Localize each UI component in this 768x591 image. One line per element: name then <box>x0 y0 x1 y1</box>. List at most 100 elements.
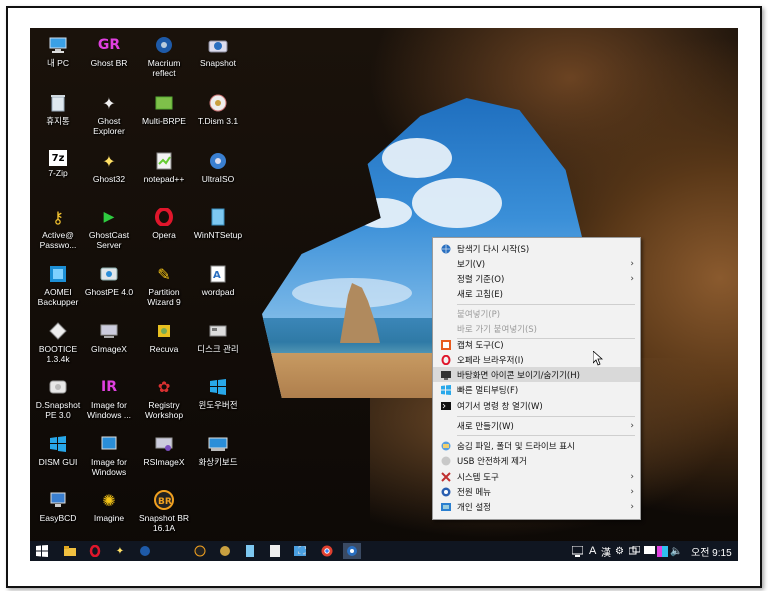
snapshot-br-icon: BR <box>153 489 175 511</box>
mouse-cursor-icon <box>592 350 604 370</box>
winntsetup-icon <box>207 206 229 228</box>
menu-separator <box>457 304 635 305</box>
desktop-icon-macrium[interactable]: Macrium reflect <box>136 32 192 86</box>
opera-icon <box>441 354 451 365</box>
desktop-icon-notepadpp[interactable]: notepad++ <box>136 148 192 202</box>
desktop-icon-dism-gui[interactable]: DISM GUI <box>30 431 86 485</box>
desktop-icon-winntsetup[interactable]: WinNTSetup <box>190 204 246 258</box>
desktop-icon-bootice[interactable]: BOOTICE 1.3.4k <box>30 318 86 372</box>
menu-item-new[interactable]: 새로 만들기(W) › <box>433 418 640 433</box>
desktop-icon-registry-workshop[interactable]: ✿ Registry Workshop <box>136 374 192 428</box>
power-icon <box>441 487 451 497</box>
opera-taskbar-icon[interactable] <box>87 543 103 559</box>
desktop-icon-onscreen-keyboard[interactable]: 화상키보드 <box>190 431 246 485</box>
ghostcast-icon: ▶ <box>103 209 115 225</box>
icon-label: wordpad <box>201 287 235 297</box>
desktop-icon-disk-management[interactable]: 디스크 관리 <box>190 318 246 372</box>
desktop-icon-dsnapshot[interactable]: D.Snapshot PE 3.0 <box>30 374 86 428</box>
start-button[interactable] <box>34 543 50 559</box>
camera-icon <box>207 34 229 56</box>
desktop-icon-gimagex[interactable]: GImageX <box>81 318 137 372</box>
monitor-icon <box>47 489 69 511</box>
desktop-icon-snapshot[interactable]: Snapshot <box>190 32 246 86</box>
ultraiso-icon <box>207 150 229 172</box>
tray-ime-a[interactable]: A <box>589 544 596 558</box>
icon-label: Partition Wizard 9 <box>147 287 181 307</box>
snapshot-br-taskbar-icon[interactable] <box>192 543 208 559</box>
desktop[interactable]: 내 PC 휴지통 7z 7-Zip ⚷ Active@ Passwo... AO… <box>30 28 738 561</box>
desktop-icon-image-for-windows-2[interactable]: Image for Windows <box>81 431 137 485</box>
desktop-icon-ghostpe[interactable]: GhostPE 4.0 <box>81 261 137 315</box>
desktop-icon-ghost-br[interactable]: GR Ghost BR <box>81 32 137 86</box>
menu-item-opera-browser[interactable]: 오페라 브라우저(I) <box>433 352 640 367</box>
icon-label: UltraISO <box>201 174 235 184</box>
menu-item-restart-explorer[interactable]: 탐색기 다시 시작(S) <box>433 241 640 256</box>
desktop-icon-image-for-windows-1[interactable]: IR Image for Windows ... <box>81 374 137 428</box>
desktop-icon-rsimagex[interactable]: RSImageX <box>136 431 192 485</box>
icon-label: Image for Windows <box>91 457 127 477</box>
notepad-taskbar-icon[interactable] <box>267 543 283 559</box>
disk-management-icon <box>207 320 229 342</box>
menu-item-system-tools[interactable]: 시스템 도구 › <box>433 469 640 484</box>
desktop-icon-this-pc[interactable]: 내 PC <box>30 32 86 86</box>
desktop-icon-wordpad[interactable]: A wordpad <box>190 261 246 315</box>
bootice-icon <box>47 320 69 342</box>
multi-brpe-icon <box>153 92 175 114</box>
menu-item-sort-by[interactable]: 정렬 기준(O) › <box>433 271 640 286</box>
menu-item-show-hidden-files[interactable]: 숨김 파일, 폴더 및 드라이브 표시 <box>433 438 640 453</box>
menu-separator <box>457 435 635 436</box>
folder-icon <box>441 441 451 451</box>
tray-network-icon[interactable] <box>629 544 640 558</box>
file-explorer-icon[interactable] <box>62 543 78 559</box>
recuva-icon <box>153 320 175 342</box>
menu-item-snipping-tool[interactable]: 캡쳐 도구(C) <box>433 337 640 352</box>
desktop-icon-partition-wizard[interactable]: ✎ Partition Wizard 9 <box>136 261 192 315</box>
tray-ime-hanja[interactable]: 漢 <box>601 544 611 559</box>
active-app-taskbar-button[interactable] <box>343 543 361 559</box>
clock[interactable]: 오전 9:15 <box>691 544 732 559</box>
desktop-icon-aomei[interactable]: AOMEI Backupper <box>30 261 86 315</box>
desktop-icon-imagine[interactable]: ✺ Imagine <box>81 487 137 541</box>
icon-label: notepad++ <box>143 174 185 184</box>
desktop-icon-ghost-explorer[interactable]: ✦ Ghost Explorer <box>81 90 137 144</box>
desktop-icon-multi-brpe[interactable]: Multi-BRPE <box>136 90 192 144</box>
menu-item-quick-multiboot[interactable]: 빠른 멀티부팅(F) <box>433 382 640 397</box>
desktop-icon-ghostcast[interactable]: ▶ GhostCast Server <box>81 204 137 258</box>
tdism-taskbar-icon[interactable] <box>217 543 233 559</box>
desktop-icon-tdism[interactable]: T.Dism 3.1 <box>190 90 246 144</box>
tray-volume-icon[interactable]: 🔈 <box>670 544 682 558</box>
tray-color-icon[interactable] <box>657 544 668 558</box>
desktop-icon-easybcd[interactable]: EasyBCD <box>30 487 86 541</box>
recycle-bin-icon <box>47 92 69 114</box>
chrome-taskbar-icon[interactable] <box>319 543 335 559</box>
menu-item-toggle-desktop-icons[interactable]: 바탕화면 아이콘 보이기/숨기기(H) <box>433 367 640 382</box>
winntsetup-taskbar-icon[interactable] <box>242 543 258 559</box>
desktop-icon-7zip[interactable]: 7z 7-Zip <box>30 148 86 202</box>
tray-display-icon[interactable] <box>644 544 655 558</box>
icon-label: Active@ Passwo... <box>39 230 77 250</box>
tdism-icon <box>207 92 229 114</box>
menu-item-refresh[interactable]: 새로 고침(E) <box>433 286 640 301</box>
menu-item-personalize[interactable]: 개인 설정 › <box>433 499 640 514</box>
desktop-icon-recycle-bin[interactable]: 휴지통 <box>30 90 86 144</box>
menu-item-open-command-window[interactable]: 여기서 명령 창 열기(W) <box>433 398 640 413</box>
chevron-right-icon: › <box>630 471 634 482</box>
ghost-taskbar-icon[interactable]: ✦ <box>112 543 128 559</box>
tray-monitor-icon[interactable] <box>572 544 583 558</box>
desktop-icon-active-password[interactable]: ⚷ Active@ Passwo... <box>30 204 86 258</box>
fullscreen-taskbar-icon[interactable]: ⛶ <box>294 543 310 559</box>
desktop-icon-snapshot-br[interactable]: BR Snapshot BR 16.1A <box>136 487 192 541</box>
menu-item-power-menu[interactable]: 전원 메뉴 › <box>433 484 640 499</box>
desktop-icon-ghost32[interactable]: ✦ Ghost32 <box>81 148 137 202</box>
menu-item-safely-remove-usb[interactable]: USB 안전하게 제거 <box>433 453 640 468</box>
menu-item-view[interactable]: 보기(V) › <box>433 256 640 271</box>
desktop-icon-windows-version[interactable]: 윈도우버전 <box>190 374 246 428</box>
desktop-icon-ultraiso[interactable]: UltraISO <box>190 148 246 202</box>
icon-label: 윈도우버전 <box>198 400 238 410</box>
tray-wrench-icon[interactable]: ⚙ <box>615 544 624 558</box>
desktop-icon-opera[interactable]: Opera <box>136 204 192 258</box>
desktop-icon-recuva[interactable]: Recuva <box>136 318 192 372</box>
macrium-taskbar-icon[interactable] <box>137 543 153 559</box>
icon-label: 휴지통 <box>46 116 70 126</box>
computer-icon <box>98 320 120 342</box>
